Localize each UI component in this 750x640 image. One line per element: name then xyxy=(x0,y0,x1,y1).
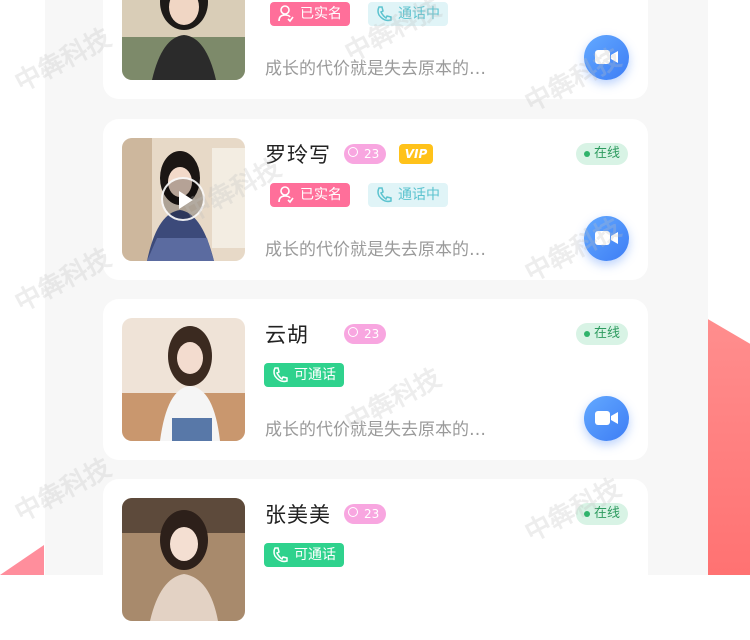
tag-available: 可通话 xyxy=(264,363,344,387)
age-badge: 23 xyxy=(344,324,387,344)
intro-text: 成长的代价就是失去原本的… xyxy=(265,59,486,79)
status-badge: 在线 xyxy=(575,323,628,345)
user-photo[interactable] xyxy=(122,318,245,441)
status-label: 在线 xyxy=(593,146,620,161)
vip-badge: VIP xyxy=(399,144,433,164)
phone-icon xyxy=(377,187,392,203)
online-dot xyxy=(583,331,590,337)
user-check-icon xyxy=(278,186,294,204)
user-check-icon xyxy=(278,5,294,23)
age-badge: 23 xyxy=(344,144,387,164)
status-label: 在线 xyxy=(593,326,620,341)
tag-label: 已实名 xyxy=(300,6,342,22)
video-call-button[interactable] xyxy=(584,396,629,441)
phone-icon xyxy=(273,367,288,383)
tag-label: 可通话 xyxy=(294,547,336,563)
decorative-shape-right xyxy=(706,318,750,575)
user-photo[interactable] xyxy=(122,498,245,621)
video-camera-icon xyxy=(595,231,618,245)
video-call-button[interactable] xyxy=(584,35,629,80)
age-value: 23 xyxy=(364,327,380,341)
tag-calling: 通话中 xyxy=(368,183,448,207)
age-badge: 23 xyxy=(344,504,387,524)
intro-text: 成长的代价就是失去原本的… xyxy=(265,420,486,440)
tag-label: 通话中 xyxy=(398,6,440,22)
female-icon xyxy=(348,327,358,337)
phone-icon xyxy=(273,547,288,563)
user-card[interactable]: 已实名 通话中 成长的代价就是失去原本的… xyxy=(103,0,648,99)
status-badge: 在线 xyxy=(575,503,628,525)
video-camera-icon xyxy=(595,50,618,64)
video-camera-icon xyxy=(595,411,618,425)
user-photo[interactable] xyxy=(122,0,245,80)
intro-text: 成长的代价就是失去原本的… xyxy=(265,240,486,260)
status-label: 在线 xyxy=(593,506,620,521)
user-card[interactable]: 云胡 23 在线 可通话 成长的代价就是失去原本的… xyxy=(103,299,648,460)
online-dot xyxy=(583,511,590,517)
user-card[interactable]: 罗玲写 23 VIP 在线 已实名 通话中 成长的代价就是失去原本的… xyxy=(103,119,648,280)
phone-icon xyxy=(377,6,392,22)
female-icon xyxy=(348,507,358,517)
female-icon xyxy=(348,147,358,157)
status-badge: 在线 xyxy=(575,143,628,165)
tag-label: 通话中 xyxy=(398,187,440,203)
tag-available: 可通话 xyxy=(264,543,344,567)
tag-calling: 通话中 xyxy=(368,2,448,26)
tag-verified: 已实名 xyxy=(270,2,350,26)
play-icon[interactable] xyxy=(161,177,205,221)
age-value: 23 xyxy=(364,507,380,521)
online-dot xyxy=(583,151,590,157)
user-name: 罗玲写 xyxy=(265,143,331,167)
age-value: 23 xyxy=(364,147,380,161)
tag-verified: 已实名 xyxy=(270,183,350,207)
user-name: 云胡 xyxy=(265,323,309,347)
user-photo[interactable] xyxy=(122,138,245,261)
user-card[interactable]: 张美美 23 在线 可通话 xyxy=(103,479,648,640)
user-name: 张美美 xyxy=(265,503,331,527)
tag-label: 可通话 xyxy=(294,367,336,383)
tag-label: 已实名 xyxy=(300,187,342,203)
background-left xyxy=(0,0,45,575)
video-call-button[interactable] xyxy=(584,216,629,261)
